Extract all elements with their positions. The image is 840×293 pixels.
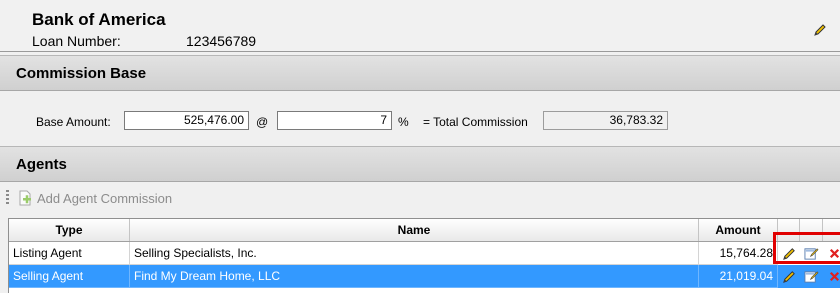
agents-toolbar: Add Agent Commission [0,184,840,212]
edit-notes-icon[interactable] [800,242,823,265]
percent-input[interactable]: 7 [277,111,392,130]
at-symbol: @ [256,115,269,129]
add-document-icon [17,190,33,206]
cell-type: Selling Agent [9,265,130,288]
column-header-notes [800,219,823,241]
column-header-type[interactable]: Type [9,219,130,241]
total-commission-field: 36,783.32 [543,111,668,130]
column-header-delete [823,219,840,241]
column-header-name[interactable]: Name [130,219,699,241]
loan-number-label: Loan Number: [32,33,121,49]
percent-symbol: % [398,115,409,129]
section-title: Agents [16,156,67,173]
add-agent-commission-button[interactable]: Add Agent Commission [37,191,172,206]
pencil-icon[interactable] [778,265,800,288]
base-amount-label: Base Amount: [36,115,111,129]
table-row[interactable]: Listing Agent Selling Specialists, Inc. … [9,242,840,265]
bank-name: Bank of America [32,10,166,29]
agents-grid: Type Name Amount Listing Agent Selling S… [8,218,840,293]
loan-number-value: 123456789 [186,33,257,49]
pencil-icon[interactable] [778,242,800,265]
edit-notes-icon[interactable] [800,265,823,288]
commission-base-row: Base Amount: 525,476.00 @ 7 % = Total Co… [0,96,840,144]
table-row[interactable]: Selling Agent Find My Dream Home, LLC 21… [9,265,840,288]
delete-x-icon[interactable] [823,242,840,265]
cell-amount: 15,764.28 [699,242,778,265]
cell-name: Selling Specialists, Inc. [130,242,699,265]
section-title: Commission Base [16,65,147,82]
column-header-edit [778,219,800,241]
delete-x-icon[interactable] [823,265,840,288]
agents-section: Agents [0,146,840,182]
cell-type: Listing Agent [9,242,130,265]
grid-header: Type Name Amount [9,219,840,242]
loan-header: Bank of America Loan Number: 123456789 [0,0,840,52]
commission-base-section: Commission Base [0,55,840,91]
cell-amount: 21,019.04 [699,265,778,288]
toolbar-grip [6,190,9,206]
column-header-amount[interactable]: Amount [699,219,778,241]
cell-name: Find My Dream Home, LLC [130,265,699,288]
base-amount-input[interactable]: 525,476.00 [124,111,249,130]
pencil-icon[interactable] [812,22,828,38]
total-commission-label: = Total Commission [423,115,528,129]
